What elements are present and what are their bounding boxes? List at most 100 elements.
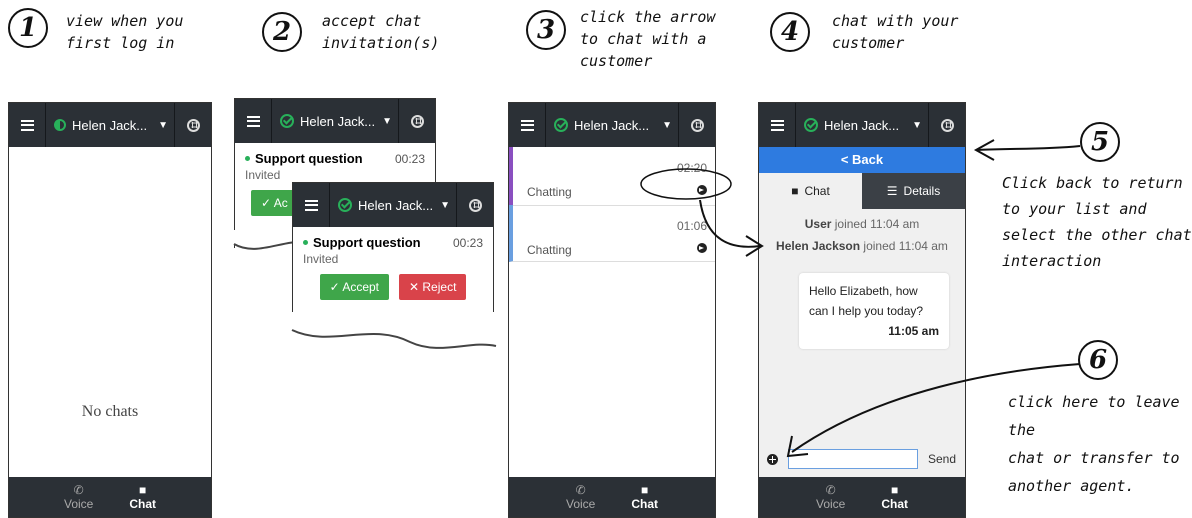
user-status-dropdown[interactable]: Helen Jack... ▼ — [546, 103, 679, 147]
callout-caption-5: Click back to return to your list and se… — [1002, 170, 1192, 274]
status-dot — [303, 240, 308, 245]
top-bar: Helen Jack... ▼ — [759, 103, 965, 147]
chat-list-item[interactable]: 01:06 Chatting — [509, 205, 715, 262]
panel-chat-list: Helen Jack... ▼ 02:20 Chatting 01:06 Cha… — [508, 102, 716, 518]
plus-icon[interactable] — [767, 453, 778, 465]
open-chat-arrow-icon[interactable] — [697, 243, 707, 253]
chat-tabs: ■ Chat ☰ Details — [759, 173, 965, 209]
user-status-dropdown[interactable]: Helen Jack... ▼ — [796, 103, 929, 147]
end-icon — [468, 198, 482, 212]
nav-chat[interactable]: ■ Chat — [631, 477, 658, 517]
nav-chat[interactable]: ■ Chat — [881, 477, 908, 517]
system-message: User joined 11:04 am — [759, 217, 965, 231]
phone-icon: ✆ — [825, 483, 836, 497]
user-status-dropdown[interactable]: Helen Jack... ▼ — [330, 183, 457, 227]
nav-voice[interactable]: ✆ Voice — [816, 477, 845, 517]
sys-user-text: joined 11:04 am — [831, 217, 920, 231]
sys-agent-name: Helen Jackson — [776, 239, 861, 253]
step-caption-2: accept chat invitation(s) — [322, 10, 439, 54]
arrow-to-back — [977, 145, 1081, 151]
panel-chat-window: Helen Jack... ▼ < Back ■ Chat ☰ Details Us… — [758, 102, 966, 518]
nav-chat[interactable]: ■ Chat — [129, 477, 156, 517]
top-bar: Helen Jack... ▼ — [509, 103, 715, 147]
nav-voice[interactable]: ✆ Voice — [566, 477, 595, 517]
chevron-down-icon: ▼ — [158, 119, 168, 131]
message-line: can I help you today? — [809, 304, 924, 318]
step-number-6: 6 — [1078, 340, 1118, 380]
menu-button[interactable] — [509, 103, 546, 147]
menu-button[interactable] — [9, 103, 46, 147]
caption-line: to your list and — [1002, 200, 1147, 218]
hamburger-icon — [20, 119, 34, 131]
system-message: Helen Jackson joined 11:04 am — [759, 239, 965, 253]
reject-label: Reject — [422, 280, 457, 294]
chat-list-item[interactable]: 02:20 Chatting — [509, 147, 715, 206]
end-session-button[interactable] — [457, 183, 493, 227]
menu-button[interactable] — [235, 99, 272, 143]
end-icon — [410, 114, 424, 128]
invitation-status: Invited — [303, 252, 339, 266]
chat-status: Chatting — [527, 185, 572, 199]
nav-voice-label: Voice — [815, 497, 846, 511]
chevron-down-icon: ▼ — [440, 199, 450, 211]
status-ready-icon — [554, 118, 568, 132]
accept-button[interactable]: ✓ Accept — [319, 274, 389, 300]
chevron-down-icon: ▼ — [662, 119, 672, 131]
no-chats-text: No chats — [81, 403, 139, 420]
caption-line: customer — [832, 34, 905, 52]
end-icon — [186, 118, 200, 132]
nav-voice[interactable]: ✆ Voice — [64, 477, 93, 517]
caption-line: select the other chat — [1002, 226, 1192, 244]
menu-button[interactable] — [293, 183, 330, 227]
step-caption-1: view when you first log in — [66, 10, 183, 54]
status-ready-icon — [338, 198, 352, 212]
step-number-3: 3 — [526, 10, 566, 50]
top-bar: Helen Jack... ▼ — [235, 99, 435, 143]
step-number-5: 5 — [1080, 122, 1120, 162]
end-session-button[interactable] — [929, 103, 965, 147]
tab-details[interactable]: ☰ Details — [862, 173, 965, 209]
message-input-bar: Send — [759, 441, 965, 477]
menu-button[interactable] — [759, 103, 796, 147]
message-time: 11:05 am — [888, 324, 939, 338]
status-ready-icon — [804, 118, 818, 132]
nav-chat-label: Chat — [881, 497, 909, 511]
status-dot — [245, 156, 250, 161]
top-bar: Helen Jack... ▼ — [9, 103, 211, 147]
caption-line: view when you — [66, 12, 184, 30]
chat-bubble-icon: ■ — [139, 483, 147, 497]
chat-time: 02:20 — [676, 161, 707, 175]
send-button[interactable]: Send — [928, 452, 956, 466]
list-icon: ☰ — [886, 184, 898, 198]
end-session-button[interactable] — [399, 99, 435, 143]
invitation-title: Support question — [313, 235, 421, 250]
open-chat-arrow-icon[interactable] — [697, 185, 707, 195]
step-caption-3: click the arrow to chat with a customer — [580, 6, 715, 72]
tab-chat[interactable]: ■ Chat — [759, 173, 862, 209]
message-line: Hello Elizabeth, how — [809, 284, 918, 298]
message-input[interactable] — [788, 449, 918, 469]
user-name: Helen Jack... — [72, 117, 148, 133]
phone-icon: ✆ — [575, 483, 586, 497]
back-button[interactable]: < Back — [759, 147, 965, 173]
end-icon — [690, 118, 704, 132]
user-name: Helen Jack... — [300, 113, 376, 129]
reject-button[interactable]: ✕ Reject — [399, 274, 467, 300]
chevron-down-icon: ▼ — [912, 119, 922, 131]
top-bar: Helen Jack... ▼ — [293, 183, 493, 227]
accept-button[interactable]: ✓ Ac — [251, 190, 298, 216]
panel-invitation-front: Helen Jack... ▼ Support question 00:23 I… — [292, 182, 494, 330]
end-session-button[interactable] — [679, 103, 715, 147]
status-ready-icon — [280, 114, 294, 128]
user-status-dropdown[interactable]: Helen Jack... ▼ — [46, 103, 175, 147]
caption-line: to chat with a — [580, 30, 707, 48]
caption-line: another agent. — [1008, 477, 1135, 495]
caption-line: accept chat — [322, 12, 422, 30]
caption-line: chat with your — [832, 12, 959, 30]
accept-label: Accept — [342, 280, 379, 294]
user-status-dropdown[interactable]: Helen Jack... ▼ — [272, 99, 399, 143]
hamburger-icon — [246, 115, 260, 127]
sys-user-name: User — [804, 217, 832, 231]
agent-message-bubble: Hello Elizabeth, how can I help you toda… — [799, 273, 949, 349]
end-session-button[interactable] — [175, 103, 211, 147]
